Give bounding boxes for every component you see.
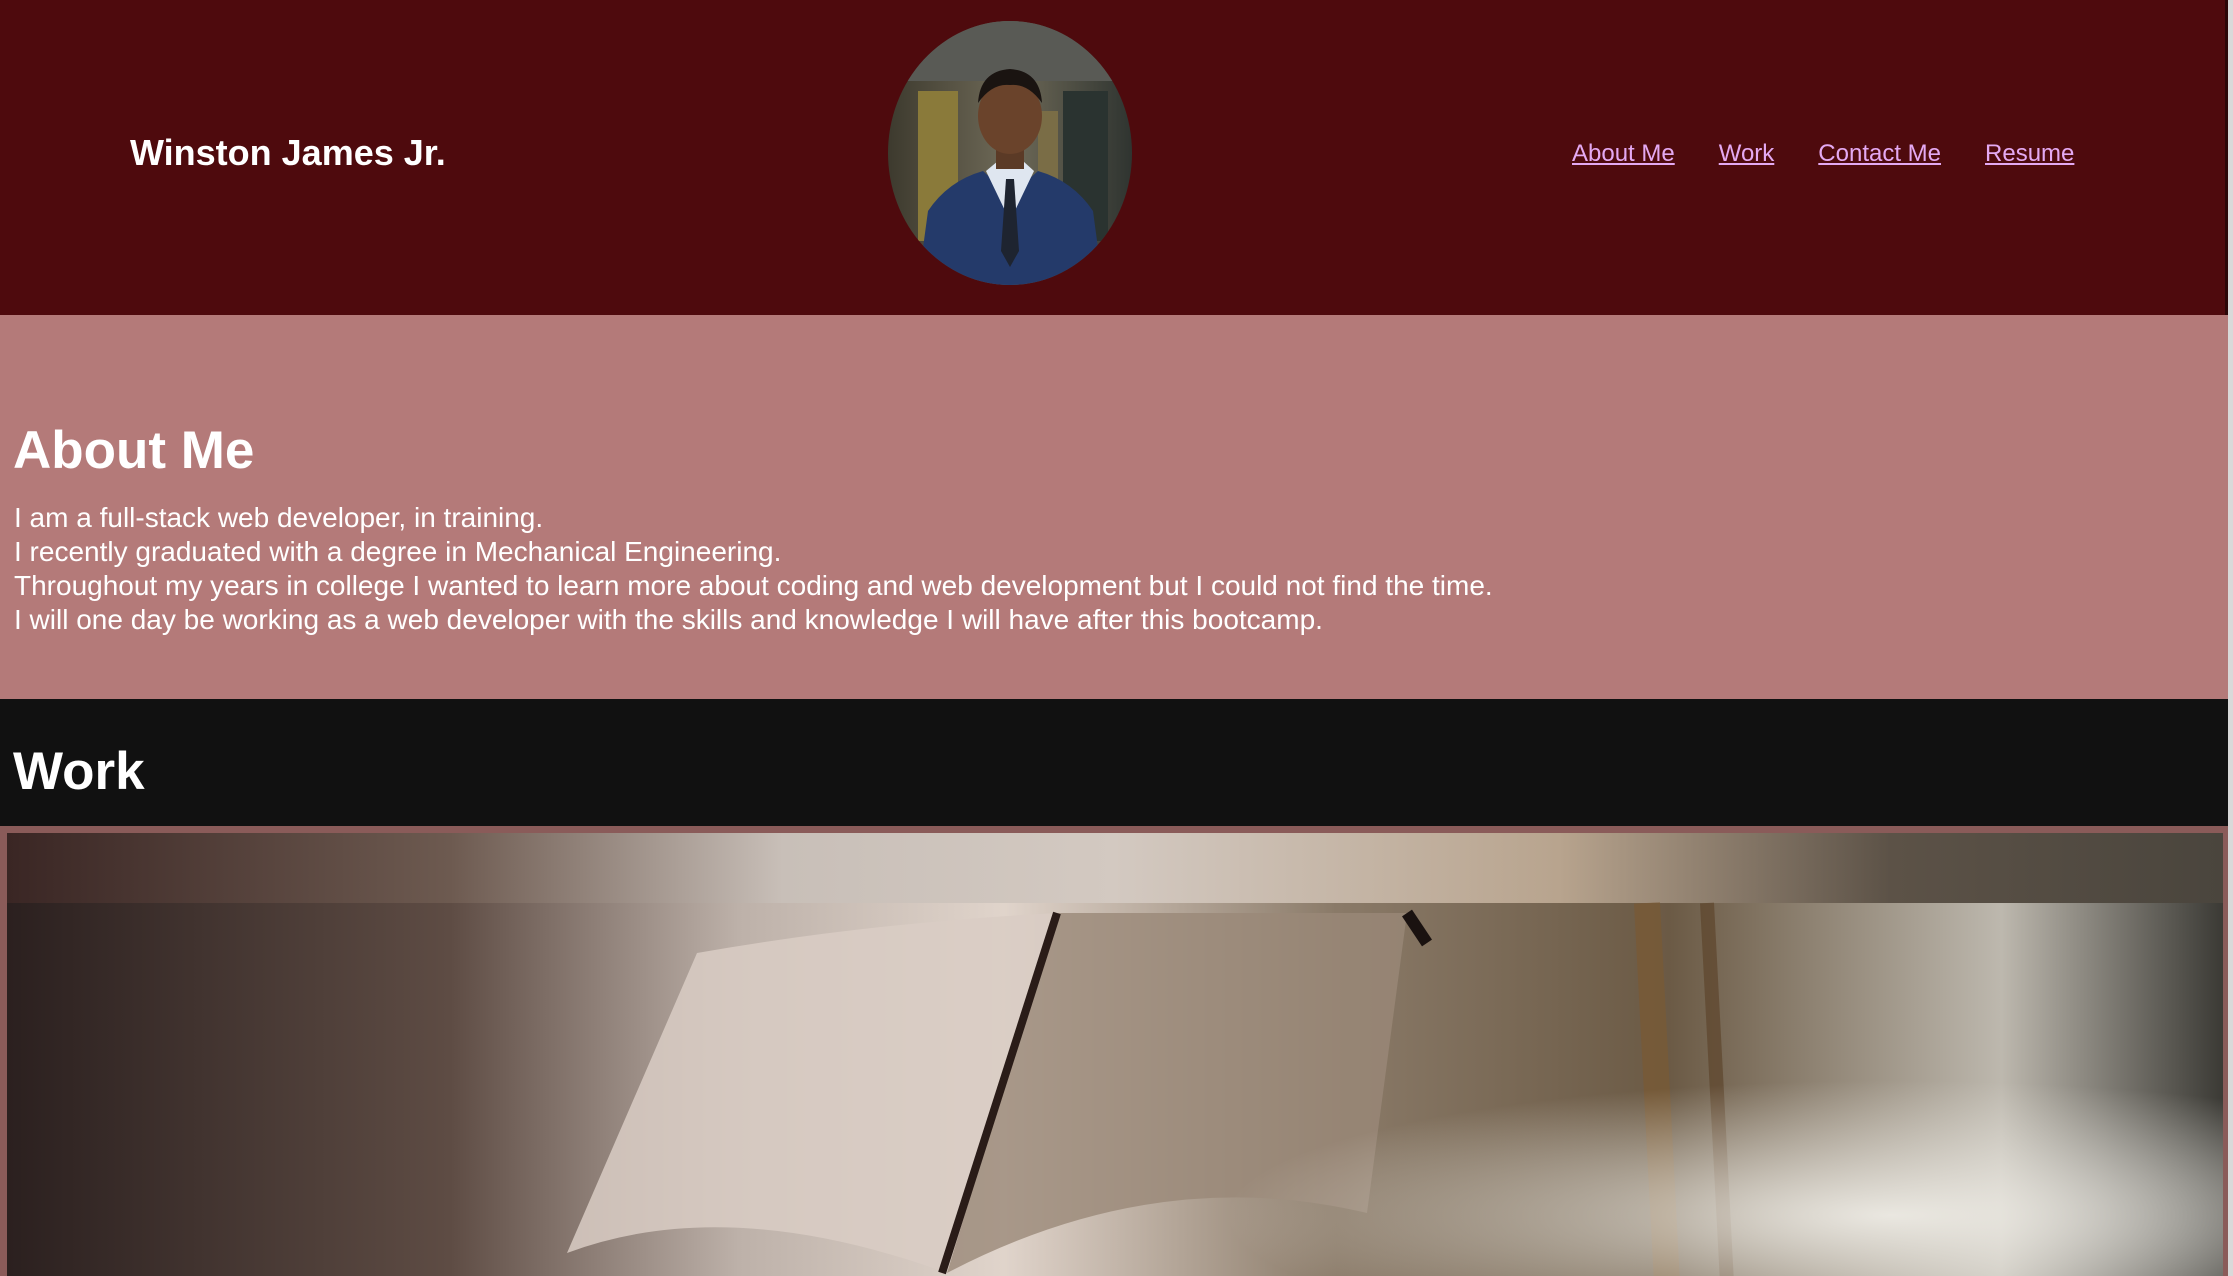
about-heading: About Me (13, 421, 255, 480)
about-line: Throughout my years in college I wanted … (14, 570, 1493, 601)
about-section: About Me I am a full-stack web developer… (0, 315, 2228, 699)
nav-about-me[interactable]: About Me (1572, 138, 1675, 170)
nav-work[interactable]: Work (1719, 138, 1775, 170)
project-image[interactable] (7, 833, 2223, 1276)
project-card[interactable] (0, 826, 2228, 1276)
scrollbar[interactable] (2228, 0, 2233, 1276)
about-line: I recently graduated with a degree in Me… (14, 536, 782, 567)
nav-contact-me[interactable]: Contact Me (1818, 138, 1941, 170)
open-book-image-icon (7, 833, 2223, 1276)
work-heading: Work (13, 742, 145, 801)
avatar (888, 21, 1132, 285)
site-name: Winston James Jr. (130, 132, 446, 173)
profile-photo-icon (888, 21, 1132, 285)
site-header: Winston James Jr. About Me Work Contact … (0, 0, 2228, 315)
nav-resume[interactable]: Resume (1985, 138, 2074, 170)
about-line: I am a full-stack web developer, in trai… (14, 502, 544, 533)
page: Winston James Jr. About Me Work Contact … (0, 0, 2233, 1276)
main-nav: About Me Work Contact Me Resume (1572, 138, 2074, 170)
work-section: Work (0, 699, 2228, 1276)
about-text: I am a full-stack web developer, in trai… (14, 501, 1493, 637)
about-line: I will one day be working as a web devel… (14, 604, 1323, 635)
